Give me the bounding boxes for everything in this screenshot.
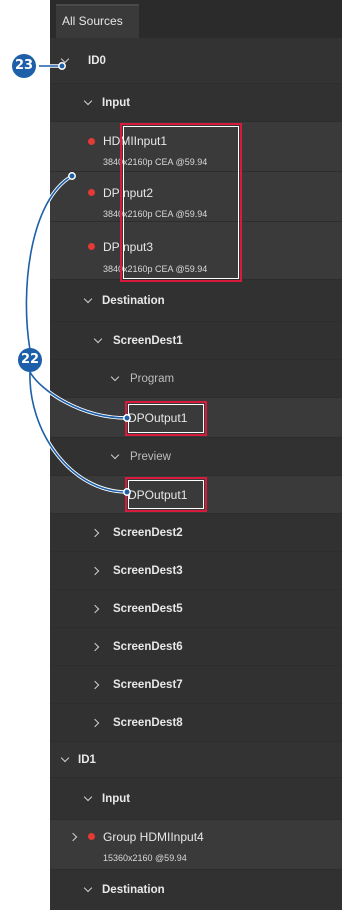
tree-node-id0[interactable]: ID0 [50, 38, 342, 84]
chevron-down-icon[interactable] [60, 54, 70, 64]
chevron-right-icon[interactable] [90, 718, 100, 728]
chevron-down-icon[interactable] [83, 792, 93, 802]
chevron-down-icon[interactable] [83, 883, 93, 893]
chevron-down-icon[interactable] [83, 294, 93, 304]
node-label: ScreenDest3 [113, 565, 183, 577]
highlight-box-inner [123, 126, 239, 279]
node-label: ScreenDest7 [113, 679, 183, 691]
node-label: Destination [102, 884, 165, 896]
callout-badge-b: 22 [18, 348, 42, 372]
tree-node-id1[interactable]: ID1 [50, 742, 342, 778]
input-item-group-hdmiinput4[interactable]: Group HDMIInput4 15360x2160 @59.94 [50, 820, 342, 870]
tree-node-screendest[interactable]: ScreenDest3 [50, 552, 342, 590]
status-dot-icon [88, 243, 95, 250]
chevron-down-icon[interactable] [93, 334, 103, 344]
highlight-box-inputs [120, 123, 242, 282]
highlight-box-inner [128, 404, 204, 433]
tab-all-sources[interactable]: All Sources [56, 4, 139, 38]
input-resolution: 15360x2160 @59.94 [103, 853, 187, 863]
node-label: ID0 [88, 55, 106, 67]
chevron-right-icon[interactable] [90, 680, 100, 690]
chevron-right-icon[interactable] [90, 528, 100, 538]
node-label: ScreenDest5 [113, 603, 183, 615]
chevron-right-icon[interactable] [68, 832, 78, 842]
highlight-box-preview-output [125, 477, 207, 512]
node-label: Input [102, 97, 131, 109]
chevron-down-icon[interactable] [60, 753, 70, 763]
status-dot-icon [88, 189, 95, 196]
node-label: ScreenDest2 [113, 527, 183, 539]
chevron-down-icon[interactable] [110, 450, 120, 460]
chevron-right-icon[interactable] [90, 642, 100, 652]
tree-node-screendest1[interactable]: ScreenDest1 [50, 322, 342, 360]
tree-node-screendest[interactable]: ScreenDest5 [50, 590, 342, 628]
chevron-down-icon[interactable] [110, 372, 120, 382]
tab-bar: All Sources [50, 0, 342, 39]
callout-badge-a: 23 [12, 54, 36, 78]
node-label: Input [102, 793, 131, 805]
tree-node-destination[interactable]: Destination [50, 870, 342, 910]
tree-node-screendest[interactable]: ScreenDest6 [50, 628, 342, 666]
highlight-box-inner [128, 480, 204, 509]
tree-node-program[interactable]: Program [50, 360, 342, 398]
node-label: Program [130, 373, 175, 385]
node-label: ID1 [78, 754, 96, 766]
highlight-box-program-output [125, 401, 207, 436]
tree-node-destination[interactable]: Destination [50, 280, 342, 322]
tree-node-screendest[interactable]: ScreenDest2 [50, 514, 342, 552]
chevron-right-icon[interactable] [90, 604, 100, 614]
node-label: ScreenDest1 [113, 335, 183, 347]
status-dot-icon [88, 138, 95, 145]
chevron-right-icon[interactable] [90, 566, 100, 576]
node-label: ScreenDest8 [113, 717, 183, 729]
node-label: ScreenDest6 [113, 641, 183, 653]
status-dot-icon [88, 833, 95, 840]
chevron-down-icon[interactable] [83, 96, 93, 106]
tree-node-screendest[interactable]: ScreenDest7 [50, 666, 342, 704]
tree-node-input[interactable]: Input [50, 84, 342, 122]
input-name: Group HDMIInput4 [103, 830, 204, 844]
node-label: Destination [102, 295, 165, 307]
tree-node-input[interactable]: Input [50, 778, 342, 820]
node-label: Preview [130, 451, 171, 463]
tree-node-preview[interactable]: Preview [50, 438, 342, 476]
tree-node-screendest[interactable]: ScreenDest8 [50, 704, 342, 742]
